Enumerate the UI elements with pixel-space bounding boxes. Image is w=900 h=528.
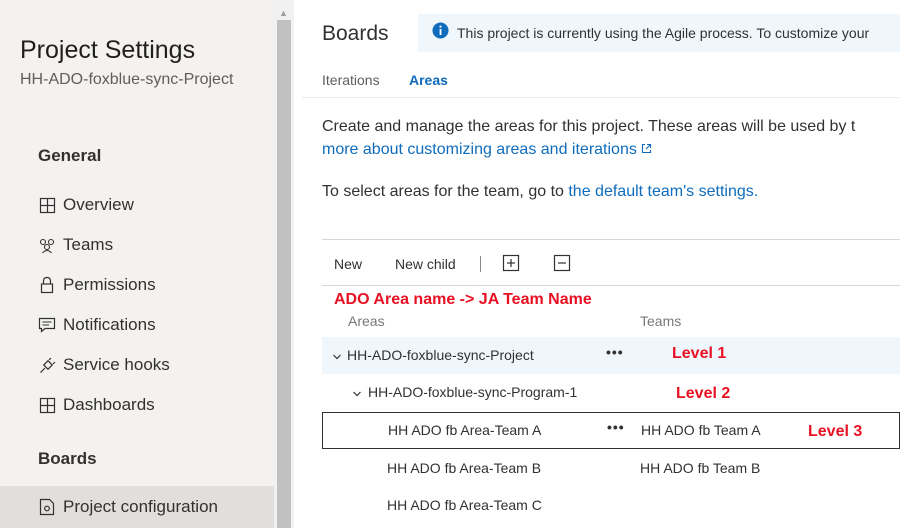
area-name: HH-ADO-foxblue-sync-Project (347, 347, 534, 363)
sidebar-item-teams[interactable]: Teams (38, 232, 113, 258)
section-heading-boards: Boards (38, 449, 97, 468)
scroll-up-arrow-icon[interactable]: ▲ (279, 8, 288, 18)
team-name: HH ADO fb Team A (641, 422, 761, 438)
team-areas-hint-text: To select areas for the team, go to (322, 183, 569, 200)
learn-more-link[interactable]: more about customizing areas and iterati… (322, 141, 652, 159)
scrollbar-thumb[interactable] (277, 20, 291, 528)
lock-icon (38, 276, 56, 294)
dashboards-icon (38, 397, 56, 414)
annotation-level-3: Level 3 (808, 423, 863, 440)
sidebar-item-overview[interactable]: Overview (38, 192, 134, 218)
tab-iterations[interactable]: Iterations (322, 72, 380, 88)
annotation-level-1: Level 1 (672, 345, 727, 362)
table-row[interactable]: HH-ADO-foxblue-sync-Project ••• (322, 337, 900, 374)
external-link-icon (641, 141, 652, 158)
info-icon (432, 22, 449, 44)
info-message-bar: This project is currently using the Agil… (418, 14, 900, 52)
section-heading-general: General (38, 146, 102, 165)
annotation-level-2: Level 2 (676, 385, 731, 402)
sidebar-item-label: Service hooks (63, 355, 170, 374)
project-configuration-icon (38, 498, 56, 516)
info-message-text: This project is currently using the Agil… (457, 25, 870, 41)
annotation-area-to-team: ADO Area name -> JA Team Name (334, 291, 592, 308)
sidebar-item-label: Project configuration (63, 497, 218, 516)
page-title: Boards (322, 22, 389, 45)
sidebar-item-project-configuration[interactable]: Project configuration (38, 494, 218, 520)
areas-description: Create and manage the areas for this pro… (322, 118, 856, 135)
sidebar-scrollbar[interactable]: ▲ (274, 0, 294, 528)
teams-icon (38, 237, 56, 254)
settings-sidebar: Project Settings HH-ADO-foxblue-sync-Pro… (0, 0, 274, 528)
sidebar-item-dashboards[interactable]: Dashboards (38, 392, 155, 418)
expand-all-icon[interactable] (502, 254, 520, 277)
area-name: HH ADO fb Area-Team B (387, 460, 542, 476)
overview-icon (38, 197, 56, 214)
sidebar-item-label: Teams (63, 235, 114, 254)
new-child-button[interactable]: New child (395, 256, 456, 272)
sidebar-item-label: Dashboards (63, 395, 155, 414)
sidebar-item-label: Overview (63, 195, 134, 214)
column-header-teams: Teams (640, 313, 682, 329)
gutter (294, 0, 302, 528)
toolbar-divider (322, 285, 900, 286)
area-name: HH ADO fb Area-Team A (388, 422, 542, 438)
learn-more-link-text[interactable]: more about customizing areas and iterati… (322, 141, 637, 158)
header-divider (302, 97, 900, 98)
area-name: HH ADO fb Area-Team C (387, 497, 542, 513)
column-header-areas: Areas (348, 313, 385, 329)
chevron-down-icon[interactable] (332, 349, 342, 367)
team-areas-hint: To select areas for the team, go to the … (322, 183, 758, 201)
project-name: HH-ADO-foxblue-sync-Project (20, 71, 234, 88)
project-settings-title: Project Settings (20, 36, 196, 64)
more-actions-icon[interactable]: ••• (607, 419, 625, 435)
sidebar-item-service-hooks[interactable]: Service hooks (38, 352, 170, 378)
table-top-border (322, 239, 900, 240)
toolbar-separator (480, 256, 481, 272)
area-name: HH-ADO-foxblue-sync-Program-1 (368, 384, 578, 400)
more-actions-icon[interactable]: ••• (606, 344, 624, 360)
service-hooks-icon (38, 357, 56, 374)
collapse-all-icon[interactable] (553, 254, 571, 277)
sidebar-item-permissions[interactable]: Permissions (38, 272, 156, 298)
team-name: HH ADO fb Team B (640, 460, 761, 476)
chevron-down-icon[interactable] (352, 386, 362, 404)
tab-areas[interactable]: Areas (409, 72, 448, 88)
notifications-icon (38, 317, 56, 333)
sidebar-item-label: Notifications (63, 315, 156, 334)
table-row[interactable]: HH-ADO-foxblue-sync-Program-1 (322, 374, 900, 411)
table-row[interactable]: HH ADO fb Area-Team B HH ADO fb Team B (322, 450, 900, 487)
new-button[interactable]: New (334, 256, 362, 272)
sidebar-item-notifications[interactable]: Notifications (38, 312, 156, 338)
main-content: Boards This project is currently using t… (302, 0, 900, 528)
table-row[interactable]: HH ADO fb Area-Team C (322, 487, 900, 524)
sidebar-item-label: Permissions (63, 275, 156, 294)
default-team-settings-link[interactable]: the default team's settings. (568, 183, 758, 200)
